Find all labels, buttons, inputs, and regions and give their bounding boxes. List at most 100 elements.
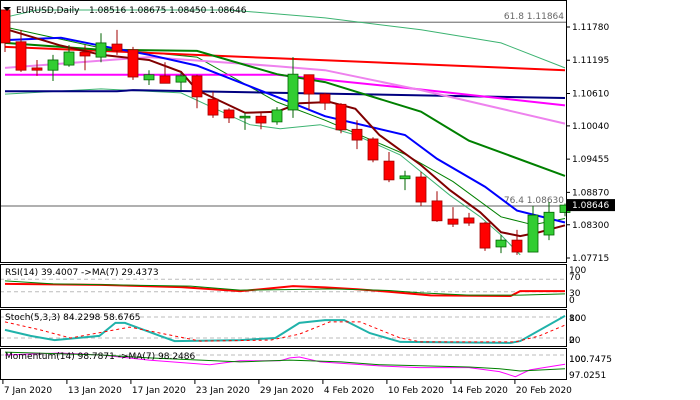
candle	[175, 73, 187, 91]
rsi-axis-label: 0	[569, 296, 575, 306]
bull-candle-body	[399, 175, 411, 180]
bull-candle-body	[175, 75, 187, 83]
momentum-label: Momentum(14) 98.7871 ->MA(7) 98.2486	[5, 352, 196, 362]
candle	[95, 33, 107, 63]
bear-candle-body	[415, 176, 427, 203]
candle	[319, 92, 331, 110]
current-price-label: 1.08646	[572, 201, 609, 211]
bear-candle-body	[0, 9, 11, 44]
bear-candle-body	[255, 115, 267, 124]
bear-candle-body	[159, 75, 171, 84]
rsi-label: RSI(14) 39.4007 ->MA(7) 29.4373	[5, 268, 159, 278]
price-tick-label: 1.07715	[572, 254, 609, 264]
candle	[15, 29, 27, 72]
date-label: 10 Feb 2020	[388, 386, 444, 396]
ma-blue-line	[4, 36, 566, 224]
date-label: 14 Feb 2020	[452, 386, 508, 396]
price-tick-label: 1.11195	[572, 56, 609, 66]
candle	[367, 137, 379, 163]
price-tick-label: 1.09455	[572, 155, 609, 165]
bear-candle-body	[223, 109, 235, 119]
price-tick-label: 1.10040	[572, 122, 609, 132]
candle	[431, 191, 443, 222]
symbol-label: EURUSD,Daily	[16, 6, 80, 16]
date-label: 17 Jan 2020	[132, 386, 186, 396]
bull-candle-body	[527, 214, 539, 253]
stoch-axis-label: 100	[569, 314, 586, 324]
bull-candle-body	[543, 211, 555, 236]
bear-candle-body	[111, 43, 123, 52]
bear-candle-body	[351, 128, 363, 141]
candle	[271, 107, 283, 125]
indicator-panels[interactable]	[0, 278, 566, 378]
candle	[335, 103, 347, 134]
bear-candle-body	[479, 222, 491, 249]
candle	[511, 229, 523, 255]
candle	[223, 108, 235, 124]
mid-band-line	[4, 26, 566, 226]
bull-candle-body	[495, 239, 507, 248]
bear-candle-body	[447, 218, 459, 225]
candle	[399, 170, 411, 191]
bull-candle-body	[143, 74, 155, 81]
date-label: 7 Jan 2020	[4, 386, 52, 396]
candle	[479, 221, 491, 251]
price-tick-label: 1.11780	[572, 23, 609, 33]
candle	[383, 152, 395, 183]
candle	[415, 171, 427, 207]
price-tick-label: 1.08300	[572, 221, 609, 231]
stoch-label: Stoch(5,3,3) 84.2298 58.6765	[5, 313, 140, 323]
stoch-axis-label: 20	[569, 336, 581, 346]
momentum-axis-label: 100.7475	[569, 355, 612, 365]
momentum-axis-label: 97.0251	[569, 371, 606, 381]
price-tick-label: 1.10610	[572, 89, 609, 99]
bull-candle-body	[239, 115, 251, 119]
bear-candle-body	[319, 93, 331, 104]
fib-level-label: 76.4 1.08630	[504, 196, 564, 206]
bull-candle-body	[287, 73, 299, 111]
bear-candle-body	[127, 49, 139, 78]
fib-level-label: 61.8 1.11864	[504, 12, 564, 22]
bull-candle-body	[47, 59, 59, 71]
rsi-ma-line	[4, 280, 566, 296]
indicator-labels: RSI(14) 39.4007 ->MA(7) 29.4373 Stoch(5,…	[5, 268, 196, 362]
bear-candle-body	[367, 138, 379, 161]
date-label: 23 Jan 2020	[196, 386, 250, 396]
candle	[303, 74, 315, 110]
bear-candle-body	[383, 160, 395, 181]
price-chart[interactable]: 61.8 1.11864 76.4 1.08630 1.11780 1.11195 1…	[0, 0, 700, 400]
bear-candle-body	[79, 51, 91, 57]
bull-candle-body	[63, 51, 75, 66]
candle	[0, 9, 11, 53]
bear-candle-body	[207, 98, 219, 116]
bear-candle-body	[335, 103, 347, 131]
date-label: 29 Jan 2020	[260, 386, 314, 396]
candle	[495, 234, 507, 254]
bull-candle-body	[95, 42, 107, 58]
candle	[143, 70, 155, 85]
candle	[31, 59, 43, 76]
main-price-panel[interactable]: 61.8 1.11864 76.4 1.08630	[0, 9, 571, 256]
candle	[127, 46, 139, 80]
date-label: 20 Feb 2020	[516, 386, 572, 396]
price-tick-label: 1.08870	[572, 188, 609, 198]
bear-candle-body	[191, 75, 203, 98]
chart-header: EURUSD,Daily 1.08516 1.08675 1.08450 1.0…	[3, 6, 247, 16]
candle	[47, 54, 59, 81]
bull-candle-body	[271, 109, 283, 123]
candle	[463, 212, 475, 226]
bear-candle-body	[15, 41, 27, 71]
candle	[543, 202, 555, 241]
bear-candle-body	[303, 74, 315, 95]
date-label: 13 Jan 2020	[68, 386, 122, 396]
date-label: 4 Feb 2020	[324, 386, 375, 396]
bear-candle-body	[511, 239, 523, 253]
candle	[111, 29, 123, 55]
rsi-axis-label: 70	[569, 273, 581, 283]
lower-band-line	[4, 88, 521, 256]
candle	[191, 74, 203, 109]
bear-candle-body	[463, 217, 475, 224]
bear-candle-body	[431, 200, 443, 222]
bear-candle-body	[31, 67, 43, 71]
candle	[447, 207, 459, 228]
